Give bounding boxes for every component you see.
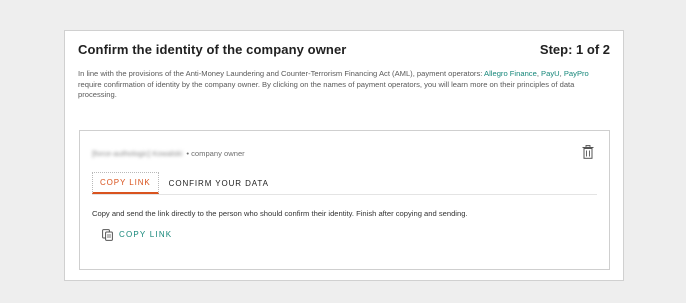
copy-instruction: Copy and send the link directly to the p…: [92, 209, 468, 218]
owner-panel: [force-authologic] Kowalski • company ow…: [79, 130, 610, 270]
description-text-before: In line with the provisions of the Anti-…: [78, 69, 485, 78]
link-paypro[interactable]: PayPro: [564, 69, 589, 78]
link-payu[interactable]: PayU: [541, 69, 560, 78]
tab-bar: COPY LINK CONFIRM YOUR DATA: [92, 172, 597, 195]
tab-confirm-your-data[interactable]: CONFIRM YOUR DATA: [163, 172, 275, 194]
aml-description: In line with the provisions of the Anti-…: [78, 69, 612, 101]
tab-copy-link[interactable]: COPY LINK: [92, 172, 159, 194]
page-title: Confirm the identity of the company owne…: [78, 42, 347, 57]
copy-link-button-label: COPY LINK: [119, 229, 173, 239]
owner-role: • company owner: [186, 149, 245, 158]
copy-icon: [102, 228, 113, 241]
step-indicator: Step: 1 of 2: [539, 42, 610, 57]
card-header: Confirm the identity of the company owne…: [78, 42, 610, 57]
description-text-after: require confirmation of identity by the …: [78, 79, 575, 100]
identity-confirmation-card: Confirm the identity of the company owne…: [64, 30, 624, 281]
copy-link-button[interactable]: COPY LINK: [102, 228, 173, 241]
owner-row: [force-authologic] Kowalski • company ow…: [92, 149, 245, 158]
link-allegro-finance[interactable]: Allegro Finance: [484, 69, 537, 78]
owner-name: [force-authologic] Kowalski: [92, 149, 183, 158]
trash-icon[interactable]: [582, 145, 594, 159]
